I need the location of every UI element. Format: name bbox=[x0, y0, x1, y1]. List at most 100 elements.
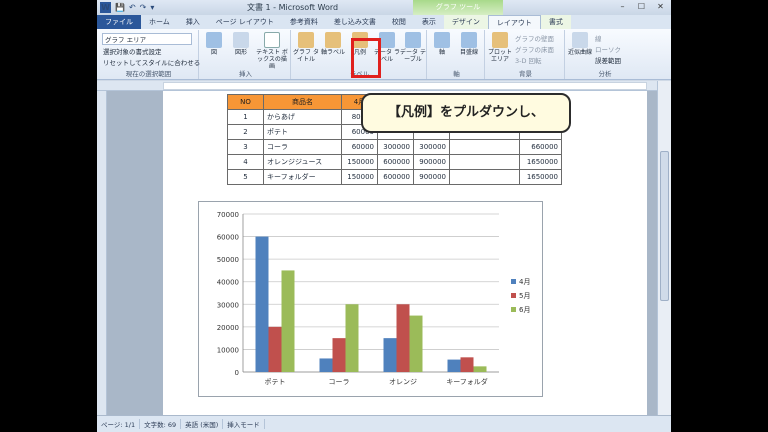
tab-review[interactable]: 校閲 bbox=[384, 15, 414, 29]
group-background: プロット エリア グラフの壁面 グラフの床面 3-D 回転 背景 bbox=[487, 30, 565, 79]
legend-entry: 6月 bbox=[519, 306, 530, 314]
table-cell[interactable]: 600000 bbox=[377, 154, 414, 170]
data-labels-icon bbox=[379, 32, 395, 48]
trendline-button[interactable]: 近似曲線 bbox=[567, 32, 593, 56]
table-cell[interactable]: 600000 bbox=[377, 169, 414, 185]
insert-shapes-label: 図形 bbox=[234, 49, 247, 56]
gridlines-button[interactable]: 目盛線 bbox=[456, 32, 482, 56]
table-cell[interactable]: オレンジジュース bbox=[263, 154, 342, 170]
word-app-icon[interactable]: W bbox=[100, 2, 111, 13]
axes-label: 軸 bbox=[438, 49, 445, 56]
axes-button[interactable]: 軸 bbox=[429, 32, 455, 56]
table-cell[interactable]: 900000 bbox=[413, 169, 450, 185]
table-cell[interactable]: 150000 bbox=[341, 154, 378, 170]
header-cell-product[interactable]: 商品名 bbox=[263, 94, 342, 110]
tab-file[interactable]: ファイル bbox=[97, 15, 141, 29]
vertical-ruler[interactable] bbox=[97, 91, 107, 415]
legend-swatch bbox=[511, 279, 516, 284]
table-cell[interactable]: 1 bbox=[227, 109, 264, 125]
shapes-icon bbox=[233, 32, 249, 48]
text-box-icon bbox=[264, 32, 280, 48]
tab-page-layout[interactable]: ページ レイアウト bbox=[208, 15, 282, 29]
status-word-count[interactable]: 文字数: 69 bbox=[140, 419, 182, 429]
3d-rotation-button[interactable]: 3-D 回転 bbox=[515, 55, 542, 65]
minimize-button[interactable]: – bbox=[614, 1, 631, 13]
table-cell[interactable]: 900000 bbox=[413, 154, 450, 170]
table-cell[interactable]: からあげ bbox=[263, 109, 342, 125]
chart-area[interactable]: 0 10000 20000 30000 40000 50000 60000 70000 ポテト コ… bbox=[198, 201, 543, 397]
tab-insert[interactable]: 挿入 bbox=[178, 15, 208, 29]
picture-icon bbox=[206, 32, 222, 48]
y-tick-label: 30000 bbox=[217, 301, 239, 309]
lines-button[interactable]: 線 bbox=[595, 33, 602, 43]
y-tick-label: 40000 bbox=[217, 279, 239, 287]
plot-area-button[interactable]: プロット エリア bbox=[487, 32, 513, 63]
word-window: W 💾 ↶ ↷ ▾ 文書 1 - Microsoft Word グラフ ツール … bbox=[97, 0, 671, 432]
chart-elements-dropdown[interactable]: グラフ エリア bbox=[102, 33, 192, 45]
table-cell[interactable]: 300000 bbox=[413, 139, 450, 155]
redo-icon[interactable]: ↷ bbox=[140, 2, 147, 13]
bar-may-1 bbox=[332, 338, 346, 372]
text-box-button[interactable]: テキスト ボックスの描画 bbox=[255, 32, 289, 70]
y-tick-label: 50000 bbox=[217, 256, 239, 264]
tab-chart-format[interactable]: 書式 bbox=[540, 15, 571, 29]
table-cell[interactable]: コーラ bbox=[263, 139, 342, 155]
table-cell[interactable]: 660000 bbox=[519, 139, 562, 155]
legend-swatch bbox=[511, 307, 516, 312]
insert-shapes-button[interactable]: 図形 bbox=[228, 32, 254, 56]
table-cell[interactable]: キーフォルダー bbox=[263, 169, 342, 185]
axis-titles-button[interactable]: 軸ラベル bbox=[320, 32, 346, 56]
group-insert: 図 図形 テキスト ボックスの描画 挿入 bbox=[201, 30, 291, 79]
format-selection-button[interactable]: 選択対象の書式設定 bbox=[103, 46, 162, 56]
tab-chart-design[interactable]: デザイン bbox=[443, 15, 488, 29]
column-chart[interactable]: 0 10000 20000 30000 40000 50000 60000 70000 ポテト コ… bbox=[199, 202, 542, 396]
up-down-bars-button[interactable]: ローソク bbox=[595, 44, 621, 54]
chart-title-button[interactable]: グラフ タイトル bbox=[293, 32, 319, 63]
table-cell[interactable]: 60000 bbox=[341, 139, 378, 155]
table-cell[interactable]: 1650000 bbox=[519, 154, 562, 170]
chart-wall-button[interactable]: グラフの壁面 bbox=[515, 33, 554, 43]
maximize-button[interactable]: ☐ bbox=[633, 1, 650, 13]
close-button[interactable]: ✕ bbox=[652, 1, 669, 13]
table-cell[interactable]: 2 bbox=[227, 124, 264, 140]
error-bars-button[interactable]: 誤差範囲 bbox=[595, 55, 621, 65]
chart-floor-button[interactable]: グラフの床面 bbox=[515, 44, 554, 54]
status-page[interactable]: ページ: 1/1 bbox=[97, 419, 141, 429]
bar-jun-0 bbox=[281, 270, 295, 372]
horizontal-ruler[interactable] bbox=[97, 81, 671, 91]
table-cell[interactable]: 300000 bbox=[377, 139, 414, 155]
table-row: 5 キーフォルダー 150000 600000 900000 1650000 bbox=[227, 169, 562, 185]
tab-mailings[interactable]: 差し込み文書 bbox=[326, 15, 384, 29]
table-cell[interactable]: 4 bbox=[227, 154, 264, 170]
ribbon: グラフ エリア 選択対象の書式設定 リセットしてスタイルに合わせる 現在の選択範… bbox=[97, 29, 671, 80]
header-cell-no[interactable]: NO bbox=[227, 94, 264, 110]
legend-entry: 4月 bbox=[519, 278, 530, 286]
document-title: 文書 1 - Microsoft Word bbox=[247, 3, 339, 12]
scrollbar-thumb[interactable] bbox=[660, 151, 669, 301]
plot-area-icon bbox=[492, 32, 508, 48]
status-language[interactable]: 英語 (米国) bbox=[181, 419, 224, 429]
tab-home[interactable]: ホーム bbox=[141, 15, 178, 29]
document-page[interactable]: NO 商品名 4月 5月 6月 合計 1からあげ80000 2ポテト60000 … bbox=[163, 91, 647, 415]
save-icon[interactable]: 💾 bbox=[115, 2, 125, 13]
undo-icon[interactable]: ↶ bbox=[129, 2, 136, 13]
table-cell[interactable] bbox=[449, 169, 520, 185]
data-table-button[interactable]: データ テーブル bbox=[400, 32, 426, 63]
bar-may-2 bbox=[396, 304, 410, 372]
reset-style-button[interactable]: リセットしてスタイルに合わせる bbox=[103, 57, 200, 67]
tab-references[interactable]: 参考資料 bbox=[282, 15, 326, 29]
table-cell[interactable] bbox=[449, 139, 520, 155]
group-label: 分析 bbox=[598, 70, 612, 78]
tab-view[interactable]: 表示 bbox=[414, 15, 444, 29]
customize-qat-icon[interactable]: ▾ bbox=[150, 2, 154, 13]
vertical-scrollbar[interactable] bbox=[657, 81, 671, 415]
table-cell[interactable]: ポテト bbox=[263, 124, 342, 140]
tab-chart-layout[interactable]: レイアウト bbox=[487, 15, 541, 29]
table-cell[interactable]: 5 bbox=[227, 169, 264, 185]
table-cell[interactable]: 150000 bbox=[341, 169, 378, 185]
table-cell[interactable]: 3 bbox=[227, 139, 264, 155]
status-insert-mode[interactable]: 挿入モード bbox=[223, 419, 265, 429]
table-cell[interactable] bbox=[449, 154, 520, 170]
table-cell[interactable]: 1650000 bbox=[519, 169, 562, 185]
insert-picture-button[interactable]: 図 bbox=[201, 32, 227, 56]
